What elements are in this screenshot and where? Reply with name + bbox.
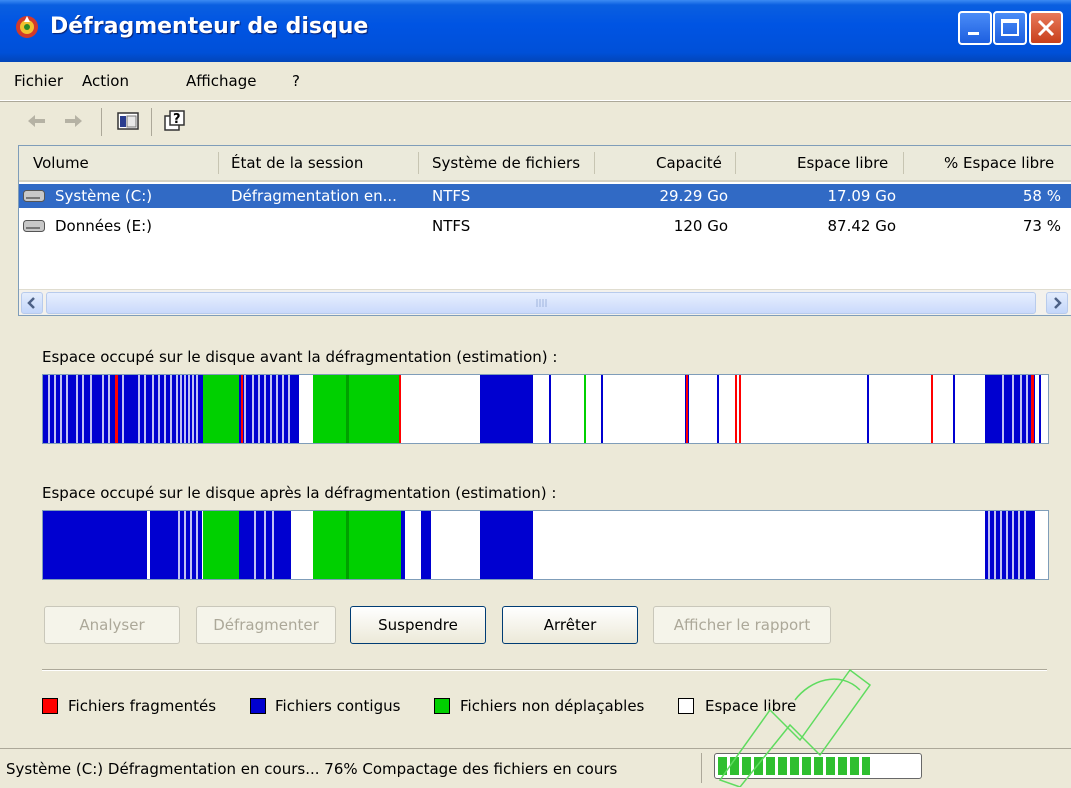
percent-free: 73 % (1022, 217, 1061, 235)
analyze-button[interactable]: Analyser (44, 606, 180, 644)
table-row[interactable]: Données (E:) NTFS 120 Go 87.42 Go 73 % (19, 214, 1071, 238)
back-arrow-icon[interactable] (24, 108, 50, 134)
svg-text:?: ? (173, 112, 181, 127)
menu-bar: Fichier Action Affichage ? (0, 62, 1071, 101)
before-map-label: Espace occupé sur le disque avant la déf… (42, 348, 558, 366)
column-divider (418, 152, 419, 174)
status-bar: Système (C:) Défragmentation en cours...… (0, 748, 1071, 788)
scrollbar-thumb[interactable] (46, 292, 1036, 314)
legend-unmovable-label: Fichiers non déplaçables (460, 697, 645, 715)
chevron-right-icon (1054, 297, 1062, 309)
status-text: Système (C:) Défragmentation en cours...… (6, 760, 618, 778)
column-header-capacity[interactable]: Capacité (656, 154, 722, 172)
disk-map-after-graphic (43, 511, 1035, 579)
legend-fragmented-label: Fichiers fragmentés (68, 697, 217, 715)
column-header-percent-free[interactable]: % Espace libre (944, 154, 1054, 172)
title-bar[interactable]: Défragmenteur de disque (0, 0, 1071, 62)
grip-icon (536, 299, 547, 307)
legend-contiguous-label: Fichiers contigus (275, 697, 401, 715)
list-header: Volume État de la session Système de fic… (19, 146, 1071, 182)
column-header-free-space[interactable]: Espace libre (797, 154, 888, 172)
free-space: 17.09 Go (827, 187, 896, 205)
minimize-icon (968, 32, 979, 35)
column-header-filesystem[interactable]: Système de fichiers (432, 154, 580, 172)
help-icon[interactable]: ? (162, 108, 188, 134)
forward-arrow-icon[interactable] (60, 108, 86, 134)
column-header-status[interactable]: État de la session (231, 154, 363, 172)
legend-free-swatch (678, 698, 694, 714)
divider (42, 669, 1047, 671)
minimize-button[interactable] (958, 11, 992, 45)
pause-button[interactable]: Suspendre (350, 606, 486, 644)
maximize-button[interactable] (993, 11, 1027, 45)
legend-contiguous-swatch (250, 698, 266, 714)
menu-affichage[interactable]: Affichage (186, 72, 256, 90)
free-space: 87.42 Go (827, 217, 896, 235)
column-divider (903, 152, 904, 174)
stop-button[interactable]: Arrêter (502, 606, 638, 644)
view-report-button[interactable]: Afficher le rapport (653, 606, 831, 644)
menu-help[interactable]: ? (292, 72, 300, 90)
defragmenter-app-icon (16, 16, 38, 38)
file-system: NTFS (432, 217, 471, 235)
horizontal-scrollbar[interactable] (19, 289, 1071, 315)
column-header-volume[interactable]: Volume (33, 154, 89, 172)
toolbar-separator (101, 108, 102, 136)
disk-map-before (42, 374, 1049, 444)
chevron-left-icon (27, 297, 35, 309)
close-button[interactable] (1029, 11, 1063, 45)
toolbar-separator (151, 108, 152, 136)
file-system: NTFS (432, 187, 471, 205)
close-icon (1037, 19, 1055, 37)
legend-unmovable-swatch (434, 698, 450, 714)
legend-fragmented-swatch (42, 698, 58, 714)
maximize-icon (1001, 19, 1019, 36)
column-divider (594, 152, 595, 174)
defragmenter-window: Défragmenteur de disque Fichier Action A… (0, 0, 1071, 787)
scroll-right-button[interactable] (1046, 292, 1068, 314)
menu-action[interactable]: Action (82, 72, 129, 90)
capacity: 29.29 Go (659, 187, 728, 205)
hard-drive-icon (23, 190, 45, 202)
volume-name: Données (E:) (55, 217, 153, 235)
toolbar: ? (0, 101, 1071, 142)
scroll-left-button[interactable] (21, 292, 43, 314)
disk-map-before-graphic (43, 375, 1041, 443)
defragment-button[interactable]: Défragmenter (196, 606, 336, 644)
table-row[interactable]: Système (C:) Défragmentation en... NTFS … (19, 184, 1071, 208)
column-divider (735, 152, 736, 174)
disk-map-after (42, 510, 1049, 580)
session-status: Défragmentation en... (231, 187, 397, 205)
menu-fichier[interactable]: Fichier (14, 72, 63, 90)
capacity: 120 Go (673, 217, 728, 235)
show-hide-console-icon[interactable] (115, 108, 141, 134)
hard-drive-icon (23, 220, 45, 232)
percent-free: 58 % (1022, 187, 1061, 205)
window-title: Défragmenteur de disque (50, 14, 369, 39)
volume-name: Système (C:) (55, 187, 153, 205)
watermark-decoration (718, 668, 872, 787)
after-map-label: Espace occupé sur le disque après la déf… (42, 484, 557, 502)
column-divider (218, 152, 219, 174)
volume-list[interactable]: Volume État de la session Système de fic… (18, 145, 1071, 316)
